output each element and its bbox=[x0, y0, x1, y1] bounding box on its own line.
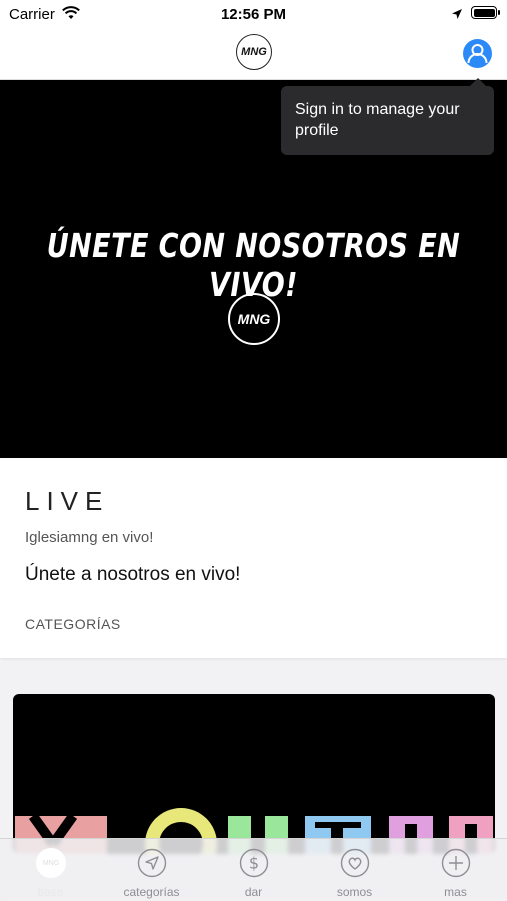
church-logo: MNG bbox=[236, 34, 272, 70]
card-artwork bbox=[15, 808, 493, 854]
nav-bar: MNG bbox=[0, 28, 507, 80]
dollar-icon: $ bbox=[239, 848, 269, 878]
sign-in-tooltip[interactable]: Sign in to manage your profile bbox=[281, 86, 494, 155]
clock: 12:56 PM bbox=[220, 6, 287, 23]
live-info-card: LIVE Iglesiamng en vivo! Únete a nosotro… bbox=[0, 458, 507, 658]
tab-somos[interactable]: somos bbox=[304, 839, 405, 901]
navigation-arrow-icon bbox=[137, 848, 167, 878]
plus-icon bbox=[441, 848, 471, 878]
tab-mas-label: mas bbox=[444, 885, 467, 899]
live-title: LIVE bbox=[25, 486, 110, 516]
tab-categorias[interactable]: categorías bbox=[101, 839, 202, 901]
heart-icon bbox=[340, 848, 370, 878]
live-description: Únete a nosotros en vivo! bbox=[25, 564, 241, 585]
battery-icon bbox=[471, 6, 500, 19]
tab-somos-label: somos bbox=[336, 885, 373, 899]
tab-dar-label: dar bbox=[244, 885, 263, 899]
hero-logo: MNG bbox=[228, 293, 280, 345]
svg-text:$: $ bbox=[249, 854, 259, 873]
tab-categorias-label: categorías bbox=[123, 885, 180, 899]
status-bar: Carrier 12:56 PM bbox=[0, 0, 507, 28]
tab-bar: MNG base categorías $ dar somos mas bbox=[0, 838, 507, 901]
tab-dar[interactable]: $ dar bbox=[203, 839, 304, 901]
tab-mas[interactable]: mas bbox=[405, 839, 506, 901]
tab-base-label: base bbox=[37, 885, 64, 899]
live-subtitle: Iglesiamng en vivo! bbox=[25, 529, 154, 546]
tooltip-arrow bbox=[470, 78, 486, 86]
location-arrow-icon bbox=[451, 7, 463, 25]
profile-icon[interactable] bbox=[463, 39, 492, 68]
content-card[interactable] bbox=[13, 694, 495, 854]
tab-base[interactable]: MNG base bbox=[0, 839, 101, 901]
categories-link[interactable]: CATEGORÍAS bbox=[25, 616, 121, 632]
home-logo-icon: MNG bbox=[36, 848, 66, 878]
